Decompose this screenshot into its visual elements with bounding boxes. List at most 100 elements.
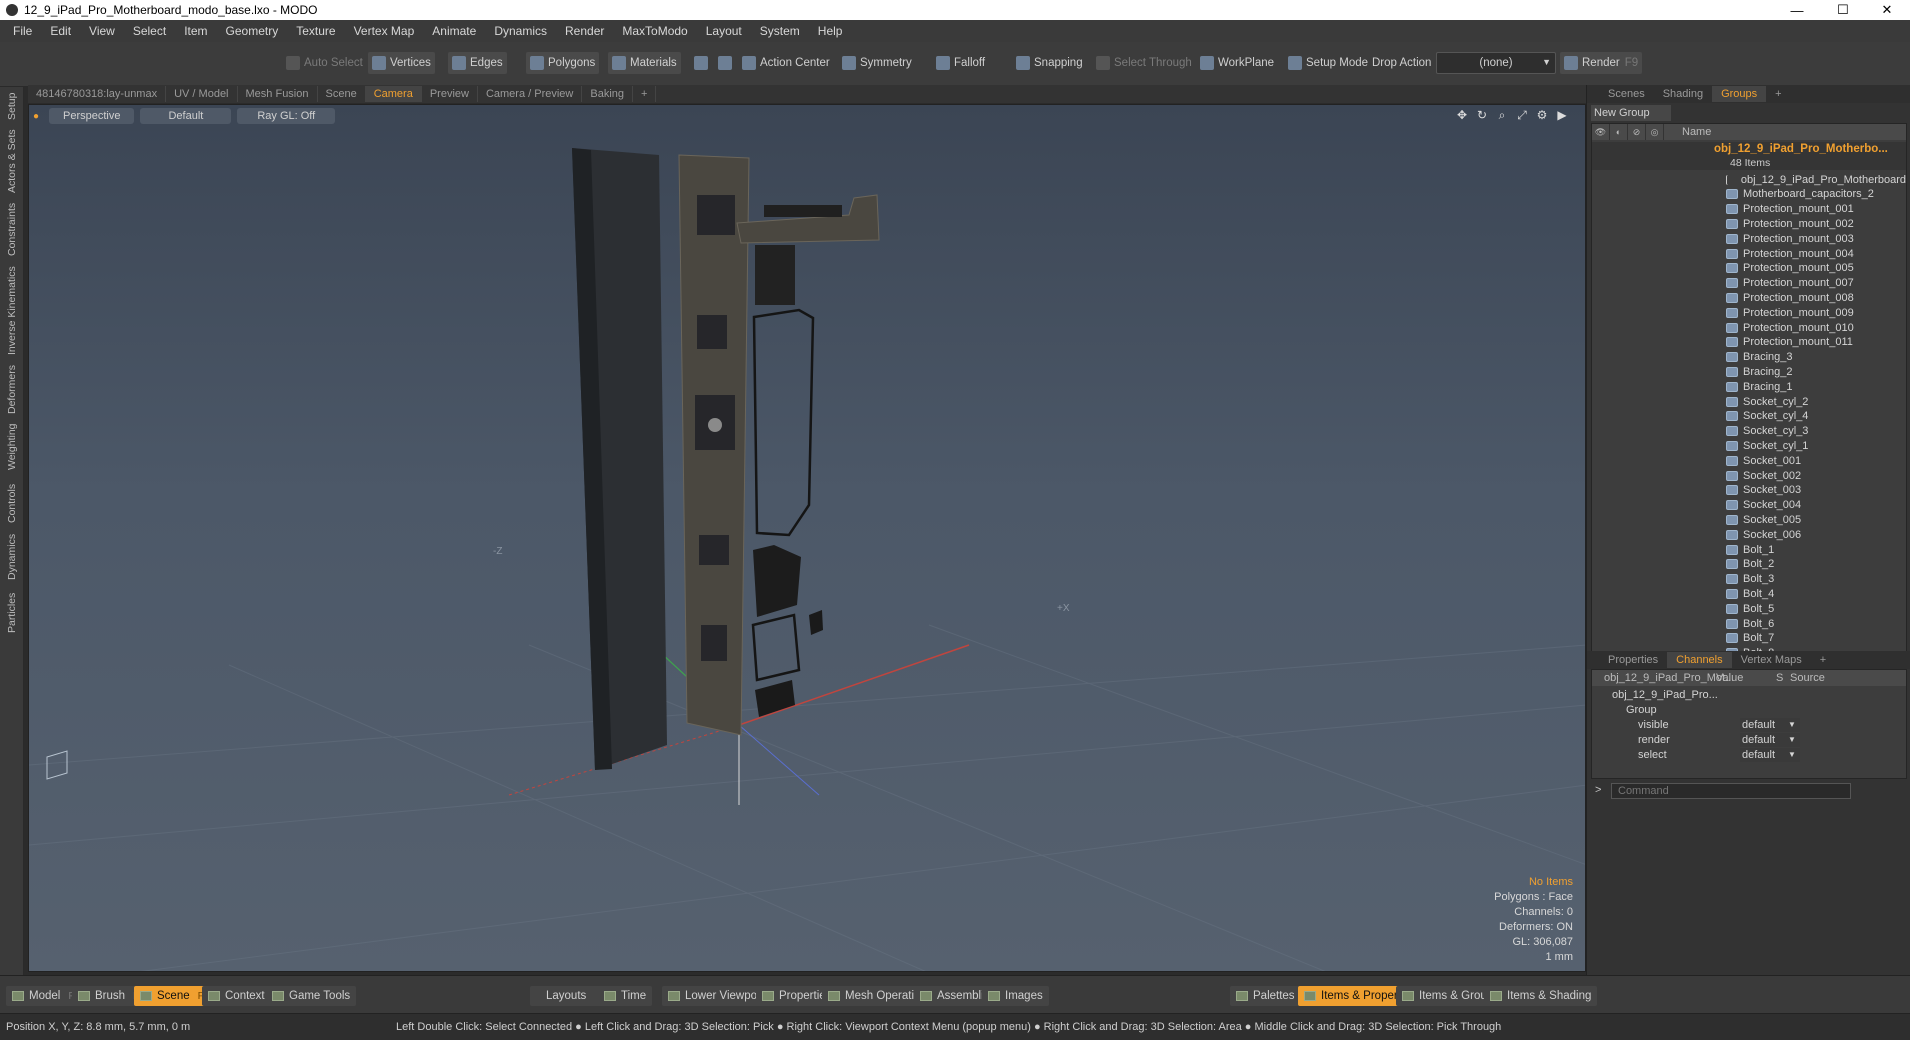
items-shading-button[interactable]: Items & Shading: [1484, 986, 1598, 1006]
fit-view-icon[interactable]: ⤢: [1515, 108, 1529, 122]
edges-button[interactable]: Edges: [448, 52, 507, 74]
tab-deformers[interactable]: Deformers: [3, 363, 21, 415]
falloff-tool-icon-2[interactable]: [714, 52, 740, 74]
minimize-button[interactable]: —: [1774, 0, 1820, 20]
auto-select-button[interactable]: Auto Select: [282, 52, 367, 74]
menu-help[interactable]: Help: [809, 24, 852, 38]
add-tab-button[interactable]: +: [633, 86, 657, 102]
3d-viewport[interactable]: ● Perspective Default Ray GL: Off ✥ ↻ ⌕ …: [28, 104, 1586, 972]
menu-vertex-map[interactable]: Vertex Map: [345, 24, 424, 38]
group-item-row[interactable]: obj_12_9_iPad_Pro_Motherboard: [1592, 172, 1906, 187]
group-item-row[interactable]: Socket_cyl_2: [1592, 394, 1906, 409]
layouts-button[interactable]: Layouts: [530, 986, 603, 1006]
menu-layout[interactable]: Layout: [697, 24, 751, 38]
group-item-row[interactable]: Bolt_2: [1592, 557, 1906, 572]
tab-shading[interactable]: Shading: [1654, 86, 1712, 102]
zoom-view-icon[interactable]: ⌕: [1495, 108, 1509, 122]
menu-animate[interactable]: Animate: [423, 24, 485, 38]
polygons-button[interactable]: Polygons: [526, 52, 600, 74]
gear-icon[interactable]: ⚙: [1535, 108, 1549, 122]
menu-system[interactable]: System: [751, 24, 809, 38]
tab-controls[interactable]: Controls: [3, 479, 21, 527]
group-item-row[interactable]: Protection_mount_002: [1592, 216, 1906, 231]
render-button[interactable]: Render F9: [1560, 52, 1643, 74]
tab-scene[interactable]: Scene: [318, 86, 366, 102]
play-arrow-icon[interactable]: ▶: [1555, 108, 1569, 122]
group-item-row[interactable]: Bolt_7: [1592, 631, 1906, 646]
menu-texture[interactable]: Texture: [287, 24, 344, 38]
lock-icon[interactable]: ⊘: [1628, 124, 1646, 140]
drop-action-select[interactable]: (none) ▼: [1436, 52, 1556, 74]
channel-select-row[interactable]: select default ▼: [1592, 748, 1906, 763]
tab-constraints[interactable]: Constraints: [3, 199, 21, 259]
menu-view[interactable]: View: [80, 24, 124, 38]
move-view-icon[interactable]: ✥: [1455, 108, 1469, 122]
tab-scenes[interactable]: Scenes: [1599, 86, 1654, 102]
group-item-row[interactable]: Bolt_4: [1592, 586, 1906, 601]
visible-value-select[interactable]: default ▼: [1740, 718, 1800, 732]
shading-mode-button[interactable]: Default: [140, 108, 232, 124]
eye-icon[interactable]: 👁: [1592, 124, 1610, 140]
group-item-row[interactable]: Protection_mount_001: [1592, 202, 1906, 217]
context-layout-button[interactable]: Context: [202, 986, 271, 1006]
maximize-button[interactable]: ☐: [1820, 0, 1866, 20]
snapping-button[interactable]: Snapping: [1012, 52, 1087, 74]
tab-mesh-fusion[interactable]: Mesh Fusion: [238, 86, 318, 102]
group-item-row[interactable]: Socket_cyl_4: [1592, 409, 1906, 424]
channels-root-row[interactable]: obj_12_9_iPad_Pro...: [1592, 688, 1906, 703]
group-item-row[interactable]: Protection_mount_010: [1592, 320, 1906, 335]
tab-weighting[interactable]: Weighting: [3, 419, 21, 475]
render-value-select[interactable]: default ▼: [1740, 733, 1800, 747]
rotate-view-icon[interactable]: ↻: [1475, 108, 1489, 122]
group-item-row[interactable]: Bolt_5: [1592, 601, 1906, 616]
tab-channels[interactable]: Channels: [1667, 652, 1732, 668]
action-center-button[interactable]: Action Center: [738, 52, 834, 74]
close-button[interactable]: ✕: [1864, 0, 1910, 20]
menu-edit[interactable]: Edit: [41, 24, 80, 38]
tab-baking[interactable]: Baking: [582, 86, 634, 102]
group-item-row[interactable]: Protection_mount_007: [1592, 276, 1906, 291]
channel-render-row[interactable]: render default ▼: [1592, 733, 1906, 748]
group-item-row[interactable]: Bolt_3: [1592, 572, 1906, 587]
tab-camera[interactable]: Camera: [365, 86, 422, 102]
channels-group-row[interactable]: Group: [1592, 703, 1906, 718]
vertices-button[interactable]: Vertices: [368, 52, 435, 74]
menu-geometry[interactable]: Geometry: [217, 24, 288, 38]
channel-visible-row[interactable]: visible default ▼: [1592, 718, 1906, 733]
tab-properties[interactable]: Properties: [1599, 652, 1667, 668]
group-item-row[interactable]: Protection_mount_008: [1592, 290, 1906, 305]
menu-file[interactable]: File: [4, 24, 41, 38]
group-item-row[interactable]: Socket_003: [1592, 483, 1906, 498]
group-item-row[interactable]: Bolt_1: [1592, 542, 1906, 557]
game-tools-layout-button[interactable]: Game Tools: [266, 986, 357, 1006]
menu-render[interactable]: Render: [556, 24, 613, 38]
setup-mode-button[interactable]: Setup Mode: [1284, 52, 1372, 74]
group-item-row[interactable]: Socket_006: [1592, 527, 1906, 542]
group-item-row[interactable]: Protection_mount_005: [1592, 261, 1906, 276]
tab-dynamics[interactable]: Dynamics: [3, 531, 21, 583]
tab-lay-unmax[interactable]: 48146780318:lay-unmax: [28, 86, 167, 102]
group-item-row[interactable]: Motherboard_capacitors_2: [1592, 187, 1906, 202]
select-value-select[interactable]: default ▼: [1740, 748, 1800, 762]
group-item-row[interactable]: Bracing_3: [1592, 350, 1906, 365]
symmetry-button[interactable]: Symmetry: [838, 52, 916, 74]
menu-item[interactable]: Item: [175, 24, 216, 38]
raygl-button[interactable]: Ray GL: Off: [237, 108, 336, 124]
menu-dynamics[interactable]: Dynamics: [485, 24, 556, 38]
new-group-button[interactable]: New Group: [1591, 105, 1671, 121]
group-item-row[interactable]: Socket_002: [1592, 468, 1906, 483]
tab-particles[interactable]: Particles: [3, 587, 21, 639]
materials-button[interactable]: Materials: [608, 52, 681, 74]
group-item-row[interactable]: Protection_mount_011: [1592, 335, 1906, 350]
group-item-row[interactable]: Socket_005: [1592, 512, 1906, 527]
tab-setup[interactable]: Setup: [3, 89, 21, 123]
group-item-row[interactable]: Bracing_1: [1592, 379, 1906, 394]
group-item-row[interactable]: Socket_001: [1592, 453, 1906, 468]
group-item-row[interactable]: Socket_004: [1592, 498, 1906, 513]
images-button[interactable]: Images: [982, 986, 1049, 1006]
tab-groups[interactable]: Groups: [1712, 86, 1767, 102]
tab-inverse-kinematics[interactable]: Inverse Kinematics: [3, 263, 21, 359]
group-item-row[interactable]: Protection_mount_004: [1592, 246, 1906, 261]
palettes-button[interactable]: Palettes: [1230, 986, 1301, 1006]
tab-camera-preview[interactable]: Camera / Preview: [478, 86, 583, 102]
